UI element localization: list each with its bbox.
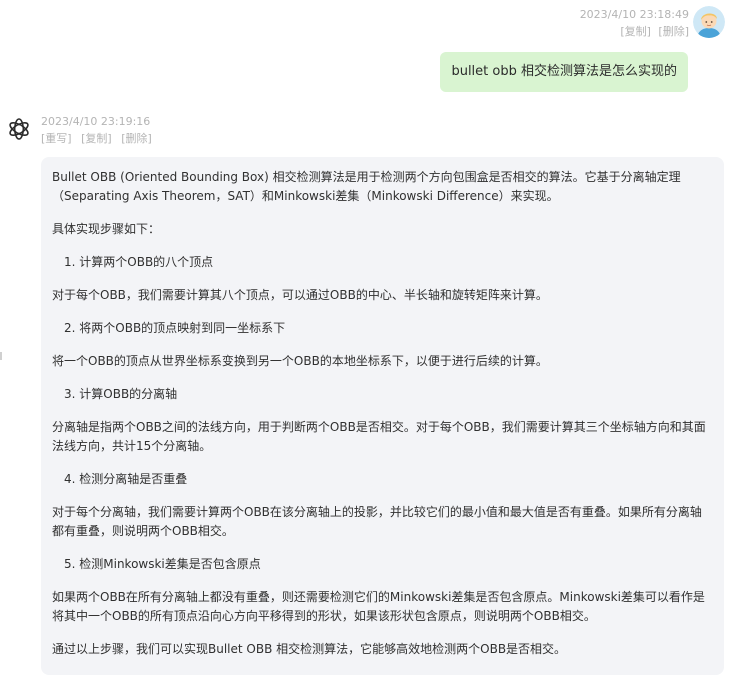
bot-message-meta: 2023/4/10 23:19:16 [重写] [复制] [删除]	[41, 114, 152, 147]
user-message-meta: 2023/4/10 23:18:49 [复制] [删除]	[580, 7, 689, 40]
step-2-body: 将一个OBB的顶点从世界坐标系变换到另一个OBB的本地坐标系下，以便于进行后续的…	[52, 354, 548, 368]
step-4-title: 4. 检测分离轴是否重叠	[64, 472, 188, 486]
user-delete-button[interactable]: [删除]	[658, 25, 689, 38]
step-1-body: 对于每个OBB，我们需要计算其八个顶点，可以通过OBB的中心、半长轴和旋转矩阵来…	[52, 288, 548, 302]
step-2-title: 2. 将两个OBB的顶点映射到同一坐标系下	[64, 321, 286, 335]
answer-steps-heading: 具体实现步骤如下：	[52, 222, 161, 236]
bot-message-timestamp: 2023/4/10 23:19:16	[41, 115, 151, 128]
step-3-body: 分离轴是指两个OBB之间的法线方向，用于判断两个OBB是否相交。对于每个OBB，…	[52, 420, 706, 453]
step-3-title: 3. 计算OBB的分离轴	[64, 387, 178, 401]
user-copy-button[interactable]: [复制]	[620, 25, 651, 38]
scroll-marker	[0, 352, 2, 360]
chat-page: 2023/4/10 23:18:49 [复制] [删除] bullet obb …	[0, 0, 737, 675]
step-5-body: 如果两个OBB在所有分离轴上都没有重叠，则还需要检测它们的Minkowski差集…	[52, 590, 705, 623]
answer-conclusion: 通过以上步骤，我们可以实现Bullet OBB 相交检测算法，它能够高效地检测两…	[52, 642, 567, 656]
answer-intro: Bullet OBB (Oriented Bounding Box) 相交检测算…	[52, 170, 681, 203]
openai-logo-icon	[6, 116, 32, 142]
step-5-title: 5. 检测Minkowski差集是否包含原点	[64, 557, 261, 571]
step-4-body: 对于每个分离轴，我们需要计算两个OBB在该分离轴上的投影，并比较它们的最小值和最…	[52, 505, 702, 538]
user-message-timestamp: 2023/4/10 23:18:49	[579, 8, 689, 21]
step-1-title: 1. 计算两个OBB的八个顶点	[64, 255, 214, 269]
bot-delete-button[interactable]: [删除]	[121, 132, 152, 145]
bot-rewrite-button[interactable]: [重写]	[41, 132, 72, 145]
user-message-bubble: bullet obb 相交检测算法是怎么实现的	[440, 52, 688, 92]
bot-copy-button[interactable]: [复制]	[81, 132, 112, 145]
bot-message-bubble: Bullet OBB (Oriented Bounding Box) 相交检测算…	[41, 157, 724, 675]
user-avatar-cartoon-icon	[693, 6, 725, 38]
bot-message-actions: [重写] [复制] [删除]	[41, 131, 152, 147]
user-message-actions: [复制] [删除]	[580, 24, 689, 40]
